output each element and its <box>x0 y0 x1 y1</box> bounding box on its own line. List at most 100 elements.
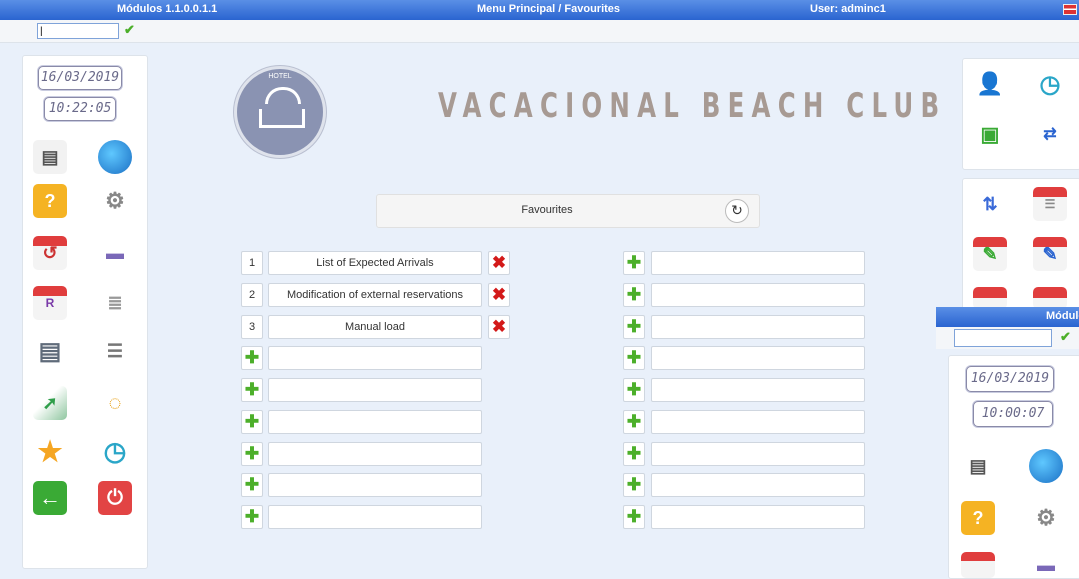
flag-icon[interactable] <box>1063 4 1077 15</box>
calendar-edit-icon[interactable]: ✎ <box>973 237 1007 271</box>
calendar-pen-icon[interactable]: ✎ <box>1033 237 1067 271</box>
book-icon[interactable]: ▤ <box>961 449 995 483</box>
left-sidebar: 16/03/2019 10:22:05 ▤ ? ⚙ ↺ ▬ R ≣ ▤ ☰ ➚ … <box>22 55 148 569</box>
overlay-top-bar: Módulo <box>936 307 1079 327</box>
remove-icon[interactable]: ✖ <box>488 251 510 275</box>
add-icon[interactable]: ✚ <box>241 473 263 497</box>
fav-slot[interactable] <box>268 473 482 497</box>
confirm-check-icon[interactable]: ✔ <box>1060 329 1071 345</box>
user-label: User: adminc1 <box>810 3 886 15</box>
note-icon[interactable]: ? <box>961 501 995 535</box>
hotel-logo: HOTEL <box>234 66 326 158</box>
overlay-search-input[interactable] <box>954 329 1052 347</box>
hotel-title: VACACIONAL BEACH CLUB <box>438 86 947 126</box>
breadcrumb: Menu Principal / Favourites <box>477 3 621 15</box>
remove-icon[interactable]: ✖ <box>488 283 510 307</box>
gears-icon[interactable]: ⚙ <box>98 184 132 218</box>
calendar-r-icon[interactable]: R <box>33 286 67 320</box>
globe-icon[interactable] <box>98 140 132 174</box>
add-icon[interactable]: ✚ <box>241 505 263 529</box>
fav-slot[interactable] <box>268 346 482 370</box>
overlay-sidebar: 16/03/2019 10:00:07 ▤ ? ⚙ ▬ <box>948 355 1079 579</box>
refresh-icon[interactable]: ↻ <box>725 199 749 223</box>
exchange-icon[interactable]: ⇄ <box>1033 117 1067 151</box>
fav-slot[interactable] <box>651 378 865 402</box>
fav-slot[interactable] <box>651 283 865 307</box>
favourites-label: Favourites <box>521 204 573 216</box>
transfer-icon[interactable]: ⇅ <box>973 187 1007 221</box>
fav-number: 3 <box>241 315 263 339</box>
list-search-icon[interactable]: ☰ <box>98 334 132 368</box>
note-icon[interactable]: ? <box>33 184 67 218</box>
add-icon[interactable]: ✚ <box>623 410 645 434</box>
clock-icon[interactable]: ◷ <box>98 434 132 468</box>
exit-icon[interactable]: ← <box>33 481 67 515</box>
fav-slot[interactable] <box>651 505 865 529</box>
right-panel-middle: ⇅ ☰ ✎ ✎ <box>962 178 1079 310</box>
image-icon[interactable]: ➚ <box>33 386 67 420</box>
user-icon[interactable]: 👤 <box>973 67 1007 101</box>
calendar-list-icon[interactable]: ☰ <box>1033 187 1067 221</box>
favourites-header: Favourites ↻ <box>376 194 760 228</box>
fav-slot[interactable] <box>268 410 482 434</box>
power-icon[interactable]: ⏻ <box>98 481 132 515</box>
add-icon[interactable]: ✚ <box>241 346 263 370</box>
gears-icon[interactable]: ⚙ <box>1029 501 1063 535</box>
add-icon[interactable]: ✚ <box>623 442 645 466</box>
money-icon[interactable]: ▣ <box>973 117 1007 151</box>
remove-icon[interactable]: ✖ <box>488 315 510 339</box>
overlay-date-display: 16/03/2019 <box>966 366 1054 392</box>
bed-icon[interactable]: ▬ <box>98 236 132 270</box>
sub-bar: ✔ <box>0 20 1079 43</box>
logo-text: HOTEL <box>268 73 292 80</box>
add-icon[interactable]: ✚ <box>623 473 645 497</box>
date-display: 16/03/2019 <box>38 66 122 90</box>
time-display: 10:22:05 <box>44 97 116 121</box>
add-icon[interactable]: ✚ <box>241 378 263 402</box>
bed-logo-icon <box>259 109 305 128</box>
fav-slot[interactable] <box>651 473 865 497</box>
wifi-icon <box>265 87 301 104</box>
overlay-sub-bar: ✔ <box>936 327 1079 349</box>
add-icon[interactable]: ✚ <box>623 378 645 402</box>
calendar-icon[interactable]: ↺ <box>33 236 67 270</box>
calendar-icon[interactable] <box>961 552 995 578</box>
add-icon[interactable]: ✚ <box>241 442 263 466</box>
fav-slot[interactable] <box>651 346 865 370</box>
fav-item[interactable]: Modification of external reservations <box>268 283 482 307</box>
fav-slot[interactable] <box>651 410 865 434</box>
right-panel-top: 👤 ◷ ▣ ⇄ <box>962 58 1079 170</box>
sms-icon[interactable]: ◌ <box>98 386 132 420</box>
fav-number: 2 <box>241 283 263 307</box>
add-icon[interactable]: ✚ <box>623 315 645 339</box>
fav-item[interactable]: List of Expected Arrivals <box>268 251 482 275</box>
module-search-input[interactable] <box>37 23 119 39</box>
fav-item[interactable]: Manual load <box>268 315 482 339</box>
fav-slot[interactable] <box>268 378 482 402</box>
add-icon[interactable]: ✚ <box>623 283 645 307</box>
fav-slot[interactable] <box>268 442 482 466</box>
fav-slot[interactable] <box>651 442 865 466</box>
clock-arrow-icon[interactable]: ◷ <box>1033 67 1067 101</box>
overlay-title: Módulo <box>1046 310 1079 322</box>
star-icon[interactable]: ★ <box>33 434 67 468</box>
confirm-check-icon[interactable]: ✔ <box>124 22 135 38</box>
calendar-icon[interactable] <box>973 287 1007 309</box>
add-icon[interactable]: ✚ <box>241 410 263 434</box>
add-icon[interactable]: ✚ <box>623 251 645 275</box>
fav-slot[interactable] <box>651 315 865 339</box>
fav-slot[interactable] <box>651 251 865 275</box>
book-icon[interactable]: ▤ <box>33 140 67 174</box>
add-icon[interactable]: ✚ <box>623 505 645 529</box>
overlay-time-display: 10:00:07 <box>973 401 1053 427</box>
list-icon[interactable]: ≣ <box>98 286 132 320</box>
modules-version: Módulos 1.1.0.0.1.1 <box>117 3 218 15</box>
fav-slot[interactable] <box>268 505 482 529</box>
globe-icon[interactable] <box>1029 449 1063 483</box>
chat-icon[interactable]: ▤ <box>33 334 67 368</box>
bed-icon[interactable]: ▬ <box>1029 552 1063 578</box>
calendar-clock-icon[interactable] <box>1033 287 1067 309</box>
top-bar: Módulos 1.1.0.0.1.1 Menu Principal / Fav… <box>0 0 1079 20</box>
add-icon[interactable]: ✚ <box>623 346 645 370</box>
fav-number: 1 <box>241 251 263 275</box>
